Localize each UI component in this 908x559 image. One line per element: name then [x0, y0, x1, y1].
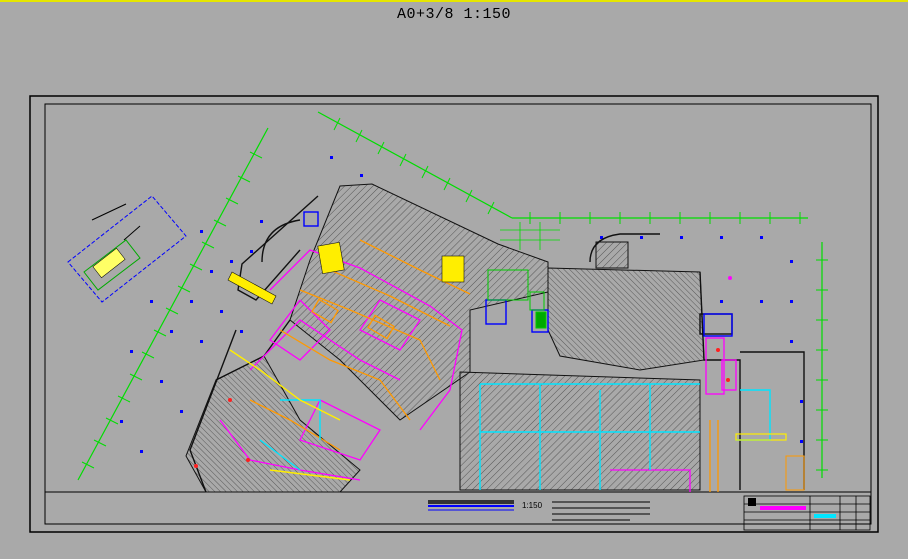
- detail-reference-box: [67, 195, 187, 303]
- drawing-title-block: 1:150: [428, 500, 650, 521]
- cad-drawing-canvas[interactable]: 1:150: [0, 0, 908, 559]
- title-block-table: [743, 495, 871, 531]
- axis-grid-inner-green: [500, 222, 560, 250]
- building-floor-hatch: [185, 183, 705, 493]
- drawing-scale-label: 1:150: [522, 501, 543, 510]
